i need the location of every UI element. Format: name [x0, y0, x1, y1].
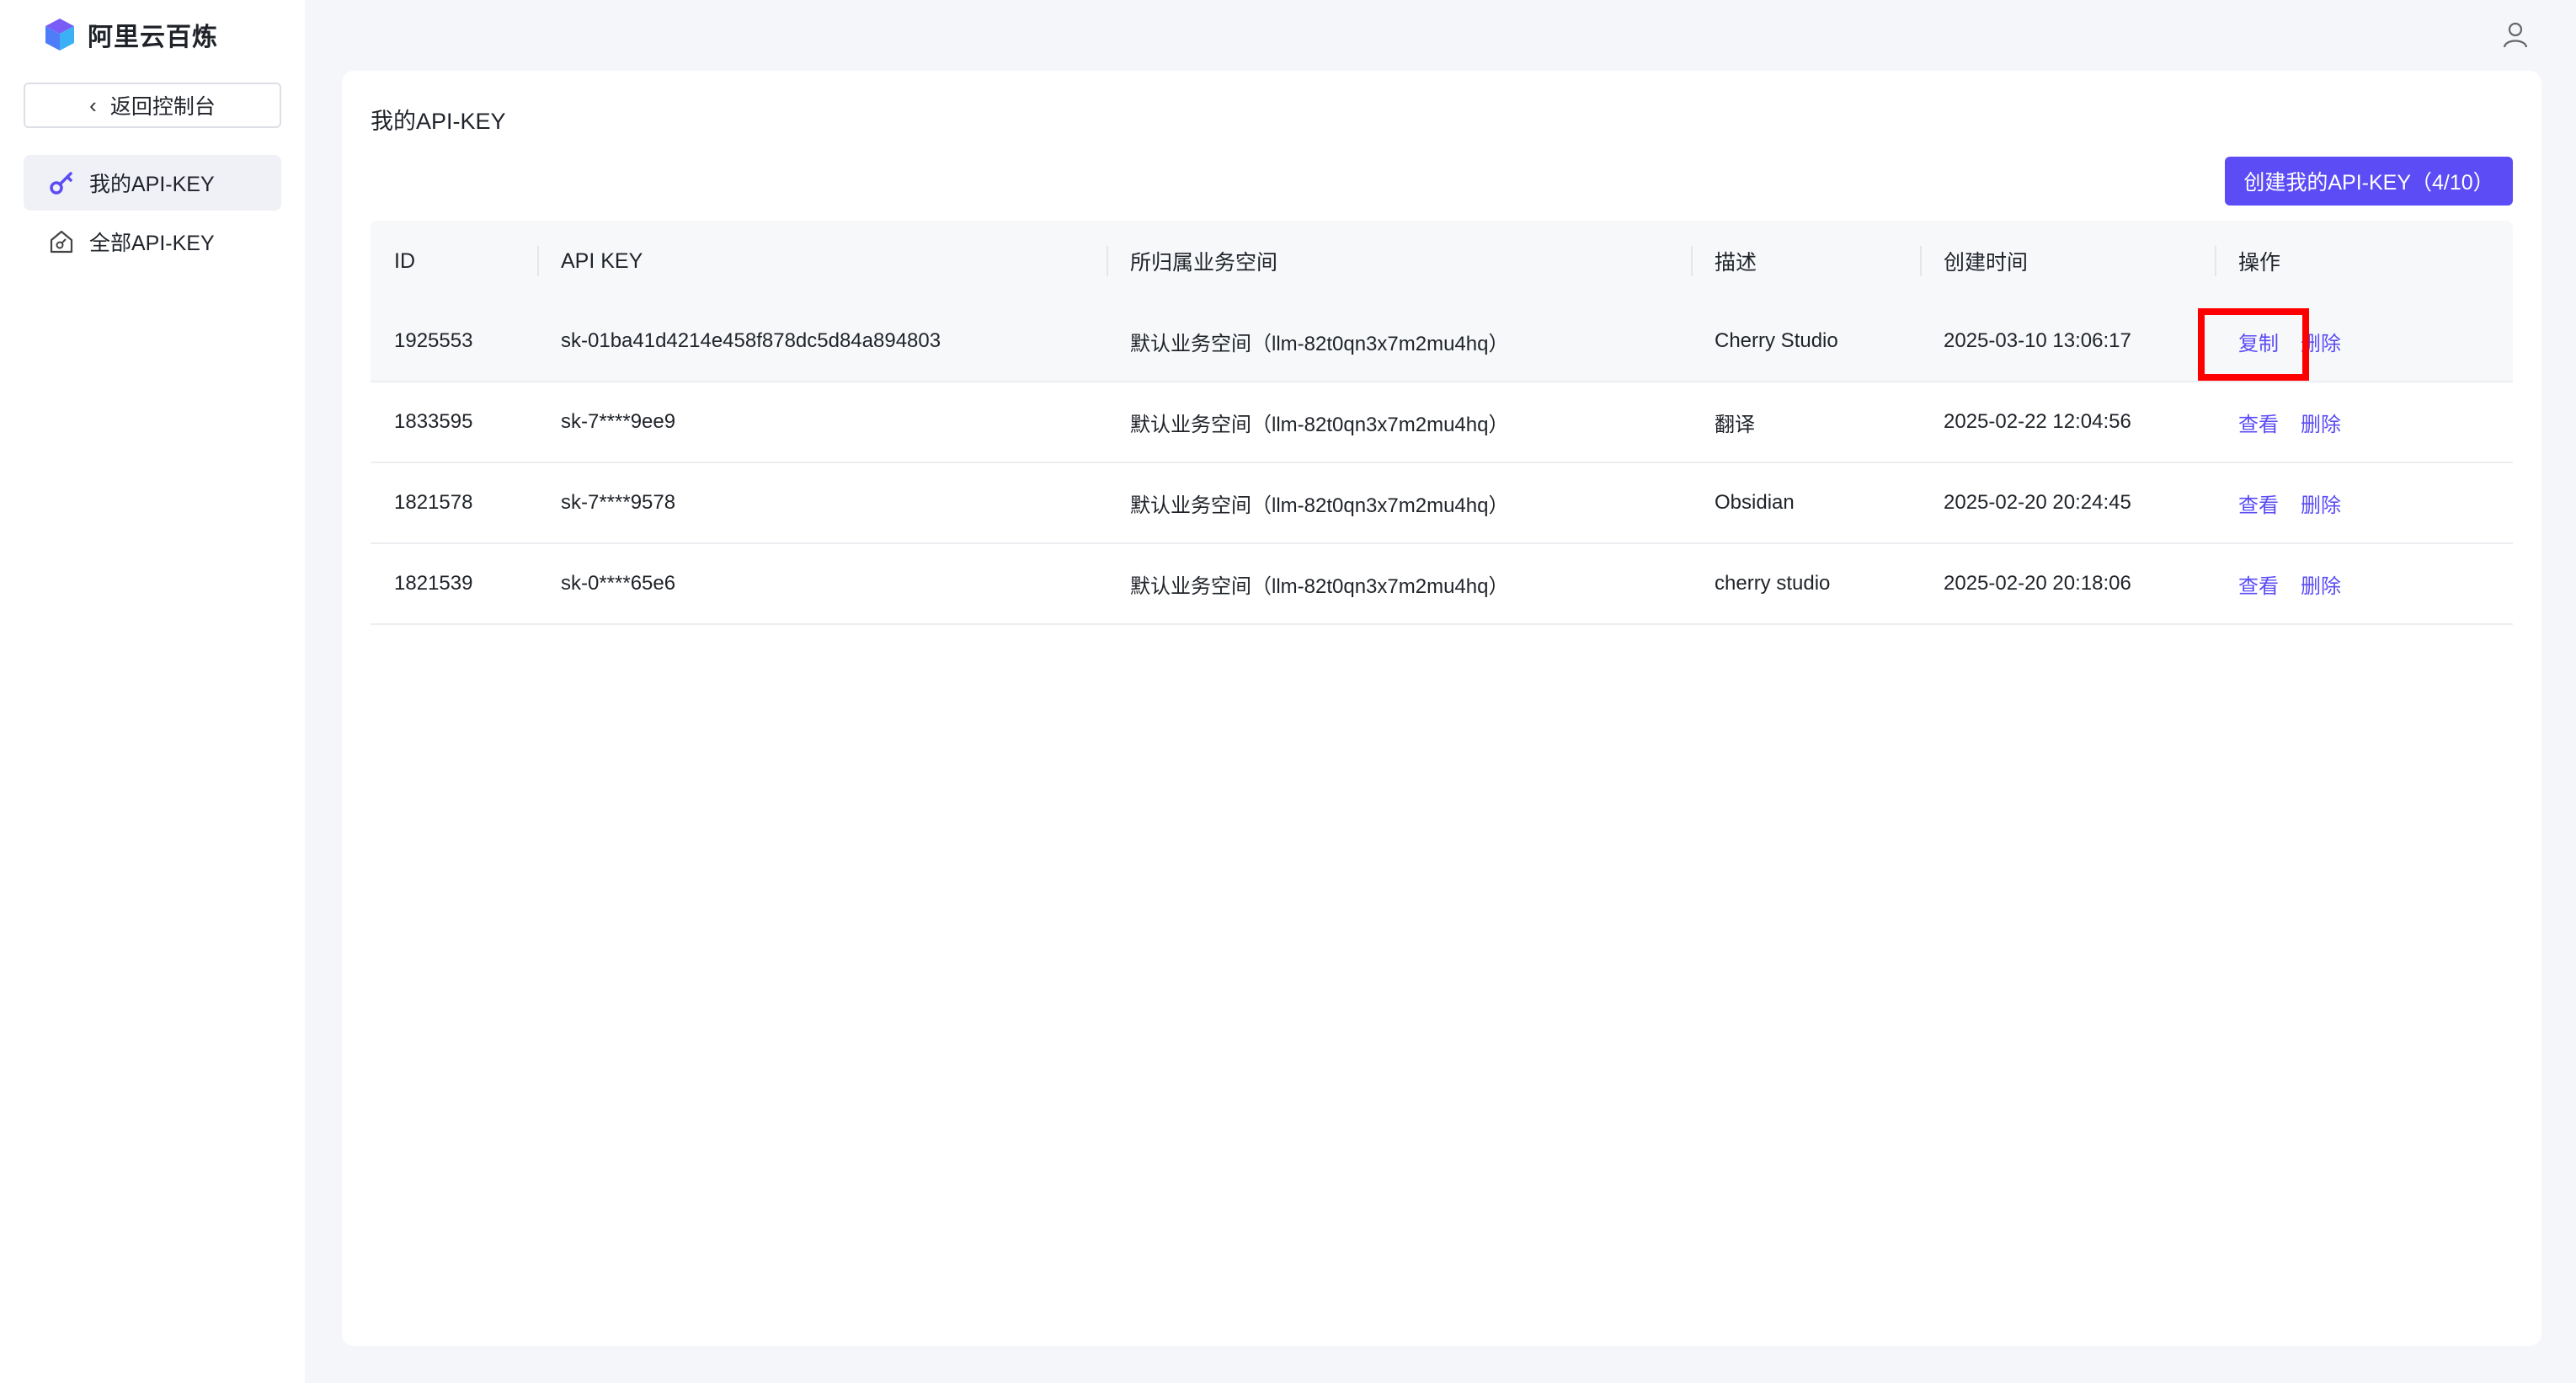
back-to-console-label: 返回控制台 — [109, 95, 216, 119]
cell-workspace: 默认业务空间（llm-82t0qn3x7m2mu4hq） — [1130, 332, 1509, 355]
view-key-link[interactable]: 查看 — [2238, 494, 2279, 517]
cell-created: 2025-02-20 20:18:06 — [1944, 572, 2131, 595]
column-header-api-key: API KEY — [537, 221, 1107, 302]
brand-logo[interactable]: 阿里云百炼 — [42, 17, 218, 52]
cell-description: 翻译 — [1715, 413, 1755, 436]
view-key-link[interactable]: 查看 — [2238, 414, 2279, 436]
chevron-left-icon: ‹ — [89, 92, 97, 118]
cell-created: 2025-02-20 20:24:45 — [1944, 491, 2131, 514]
sidebar-item-label: 我的API-KEY — [89, 173, 215, 196]
user-icon[interactable] — [2501, 20, 2530, 49]
column-header-actions: 操作 — [2215, 221, 2513, 302]
cell-id: 1821578 — [394, 491, 473, 514]
cell-workspace: 默认业务空间（llm-82t0qn3x7m2mu4hq） — [1130, 413, 1509, 436]
brand-logo-icon — [45, 19, 74, 51]
cell-workspace: 默认业务空间（llm-82t0qn3x7m2mu4hq） — [1130, 574, 1509, 598]
api-key-table: ID API KEY 所归属业务空间 描述 创建时间 操作 1925553 sk… — [371, 221, 2513, 625]
api-key-card: 我的API-KEY 创建我的API-KEY（4/10） ID API KEY 所… — [342, 71, 2541, 1346]
table-row: 1833595 sk-7****9ee9 默认业务空间（llm-82t0qn3x… — [371, 382, 2513, 463]
table-row: 1925553 sk-01ba41d4214e458f878dc5d84a894… — [371, 302, 2513, 382]
cell-created: 2025-03-10 13:06:17 — [1944, 329, 2131, 352]
sidebar-item-my-api-key[interactable]: 我的API-KEY — [24, 155, 281, 211]
cell-id: 1925553 — [394, 329, 473, 352]
cell-id: 1821539 — [394, 572, 473, 595]
delete-key-link[interactable]: 删除 — [2301, 494, 2341, 517]
cell-actions: 查看 删除 — [2215, 489, 2513, 518]
column-header-id: ID — [394, 248, 415, 273]
table-row: 1821578 sk-7****9578 默认业务空间（llm-82t0qn3x… — [371, 463, 2513, 544]
sidebar-item-label: 全部API-KEY — [89, 232, 215, 255]
cell-workspace: 默认业务空间（llm-82t0qn3x7m2mu4hq） — [1130, 494, 1509, 517]
cell-description: Cherry Studio — [1715, 329, 1838, 352]
delete-key-link[interactable]: 删除 — [2301, 333, 2341, 355]
table-row: 1821539 sk-0****65e6 默认业务空间（llm-82t0qn3x… — [371, 544, 2513, 625]
brand-name: 阿里云百炼 — [88, 24, 218, 51]
cell-created: 2025-02-22 12:04:56 — [1944, 410, 2131, 433]
sidebar: 阿里云百炼 ‹ 返回控制台 我的API-KEY 全部API-KEY — [0, 0, 305, 1383]
key-icon — [47, 168, 76, 197]
cell-api-key: sk-7****9ee9 — [561, 410, 676, 433]
cell-id: 1833595 — [394, 410, 473, 433]
back-to-console-button[interactable]: ‹ 返回控制台 — [24, 83, 281, 128]
view-key-link[interactable]: 查看 — [2238, 575, 2279, 598]
cell-api-key: sk-7****9578 — [561, 491, 676, 514]
home-key-icon — [47, 227, 76, 256]
cell-actions: 查看 删除 — [2215, 569, 2513, 599]
delete-key-link[interactable]: 删除 — [2301, 414, 2341, 436]
page-title: 我的API-KEY — [371, 109, 506, 134]
cell-actions: 查看 删除 — [2215, 408, 2513, 437]
table-header: ID API KEY 所归属业务空间 描述 创建时间 操作 — [371, 221, 2513, 302]
sidebar-item-all-api-key[interactable]: 全部API-KEY — [24, 214, 281, 270]
cell-actions: 复制 删除 — [2215, 327, 2513, 356]
copy-key-link[interactable]: 复制 — [2238, 333, 2279, 355]
column-header-description: 描述 — [1691, 221, 1920, 302]
cell-description: cherry studio — [1715, 572, 1831, 595]
cell-api-key: sk-01ba41d4214e458f878dc5d84a894803 — [561, 329, 941, 352]
create-api-key-button[interactable]: 创建我的API-KEY（4/10） — [2225, 157, 2513, 206]
column-header-workspace: 所归属业务空间 — [1107, 221, 1691, 302]
delete-key-link[interactable]: 删除 — [2301, 575, 2341, 598]
cell-description: Obsidian — [1715, 491, 1795, 514]
column-header-created: 创建时间 — [1920, 221, 2215, 302]
cell-api-key: sk-0****65e6 — [561, 572, 676, 595]
